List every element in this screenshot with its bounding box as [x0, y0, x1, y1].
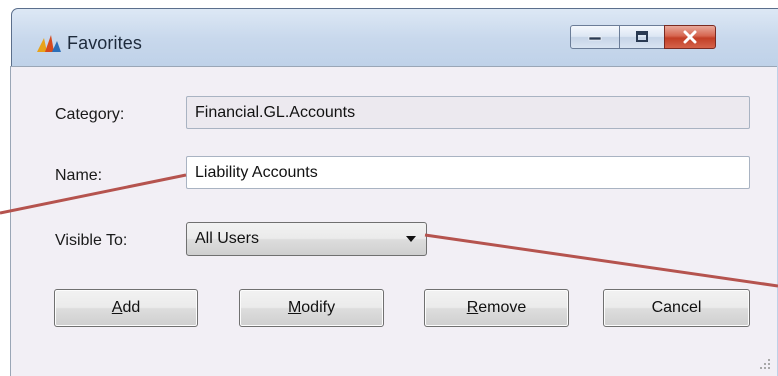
visible-to-selected: All Users: [195, 230, 260, 247]
name-value: Liability Accounts: [195, 163, 318, 181]
cancel-button-label: Cancel: [651, 299, 702, 316]
bar-chart-icon: [37, 35, 61, 52]
remove-button[interactable]: Remove: [424, 289, 569, 327]
visible-to-label: Visible To:: [55, 232, 128, 249]
resize-grip-icon[interactable]: [759, 358, 771, 370]
minimize-button[interactable]: [570, 25, 620, 49]
add-button-label: Add: [111, 299, 141, 316]
modify-button-label: Modify: [287, 299, 336, 316]
chevron-down-icon: [406, 236, 416, 242]
visible-to-dropdown[interactable]: All Users: [186, 222, 427, 256]
window-title: Favorites: [67, 33, 142, 53]
maximize-button[interactable]: [619, 25, 665, 49]
remove-button-label: Remove: [466, 299, 527, 316]
close-button[interactable]: [664, 25, 716, 49]
name-input[interactable]: Liability Accounts: [186, 156, 750, 189]
category-field: Financial.GL.Accounts: [186, 96, 750, 129]
category-value: Financial.GL.Accounts: [195, 103, 356, 121]
close-icon: [683, 30, 697, 44]
modify-button[interactable]: Modify: [239, 289, 384, 327]
maximize-icon: [636, 31, 648, 42]
dialog-client-area: Category: Financial.GL.Accounts Name: Li…: [10, 66, 777, 376]
cancel-button[interactable]: Cancel: [603, 289, 750, 327]
category-label: Category:: [55, 106, 125, 123]
add-button[interactable]: Add: [54, 289, 198, 327]
minimize-icon: [588, 36, 602, 41]
name-label: Name:: [55, 167, 103, 184]
